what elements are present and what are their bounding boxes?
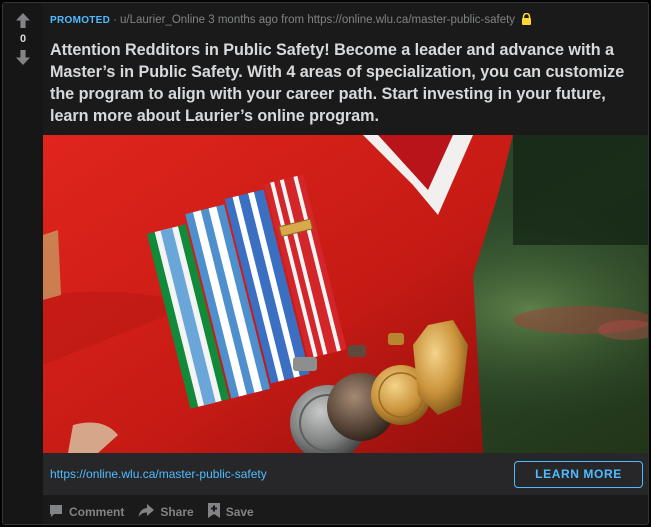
comment-button[interactable]: Comment	[49, 504, 124, 521]
post-byline[interactable]: u/Laurier_Online 3 months ago from https…	[120, 14, 515, 26]
post-content: PROMOTED · u/Laurier_Online 3 months ago…	[43, 3, 648, 524]
post-image[interactable]	[43, 135, 648, 453]
comment-icon	[49, 504, 63, 521]
save-label: Save	[225, 505, 254, 519]
comment-label: Comment	[69, 505, 125, 519]
cta-link[interactable]: https://online.wlu.ca/master-public-safe…	[50, 467, 267, 481]
promoted-post: 0 PROMOTED · u/Laurier_Online 3 months a…	[2, 2, 649, 525]
vote-score: 0	[19, 33, 27, 45]
post-meta: PROMOTED · u/Laurier_Online 3 months ago…	[50, 12, 532, 28]
arrow-up-icon[interactable]	[16, 13, 30, 28]
save-button[interactable]: Save	[207, 503, 254, 521]
vote-column: 0	[3, 3, 43, 524]
post-actions: Comment Share Save	[49, 502, 254, 522]
lock-icon	[521, 12, 532, 28]
share-button[interactable]: Share	[138, 504, 194, 520]
cta-bar: https://online.wlu.ca/master-public-safe…	[43, 453, 648, 495]
arrow-down-icon[interactable]	[16, 50, 30, 65]
share-label: Share	[160, 505, 194, 519]
share-icon	[138, 504, 155, 520]
promoted-label: PROMOTED	[50, 14, 111, 26]
meta-separator: ·	[113, 14, 118, 26]
bookmark-plus-icon	[207, 503, 220, 521]
post-title[interactable]: Attention Redditors in Public Safety! Be…	[50, 39, 645, 127]
learn-more-button[interactable]: LEARN MORE	[514, 460, 643, 488]
